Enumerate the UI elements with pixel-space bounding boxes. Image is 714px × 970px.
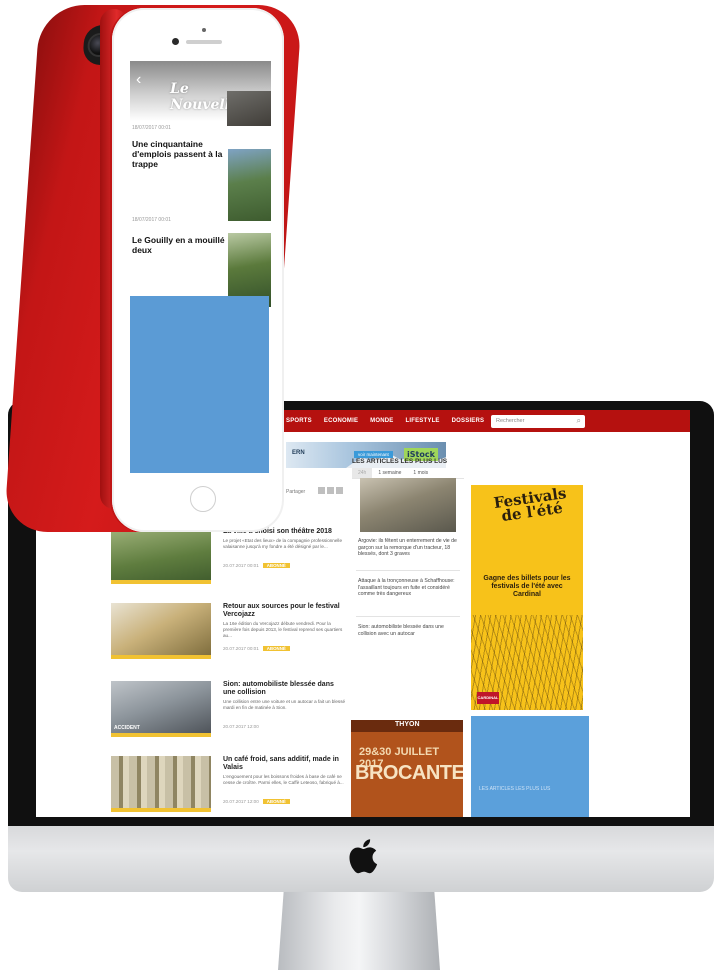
nav-item-monde[interactable]: MONDE — [370, 418, 393, 424]
festival-ad[interactable]: Festivals de l'été Gagne des billets pou… — [471, 485, 583, 710]
nav-item-lifestyle[interactable]: LIFESTYLE — [406, 418, 440, 424]
banner-button[interactable]: voir maintenant — [354, 451, 393, 458]
nav-item-dossiers[interactable]: DOSSIERS — [452, 418, 485, 424]
email-share-icon[interactable] — [318, 487, 325, 494]
article-meta: 20.07.2017 12:00 — [223, 724, 259, 729]
article-meta: 20.07.2017 12:00 ABONNÉ — [223, 799, 290, 804]
twitter-share-icon[interactable] — [336, 487, 343, 494]
facebook-share-icon[interactable] — [327, 487, 334, 494]
home-button[interactable] — [190, 486, 216, 512]
article-title[interactable]: Un café froid, sans additif, made in Val… — [223, 756, 347, 772]
popular-item[interactable]: Attaque à la tronçonneuse à Schaffhouse:… — [358, 578, 458, 598]
article-date: 18/07/2017 00:01 — [132, 217, 171, 223]
article-item[interactable]: ACCIDENT Sion: automobiliste blessée dan… — [111, 681, 351, 751]
divider — [356, 616, 460, 617]
article-desc: Le projet «Etat des lieux» de la compagn… — [223, 538, 343, 549]
festival-title: Festivals de l'été — [492, 485, 568, 526]
article-image[interactable] — [111, 603, 211, 659]
article-badge: ABONNÉ — [262, 563, 290, 568]
nav-item-sports[interactable]: SPORTS — [286, 418, 312, 424]
article-item[interactable]: Un café froid, sans additif, made in Val… — [111, 756, 351, 817]
article-tag: ACCIDENT — [114, 725, 140, 731]
article-title[interactable]: Sion: automobiliste blessée dans une col… — [223, 681, 347, 697]
popular-image[interactable] — [360, 478, 456, 532]
popular-item[interactable]: Argovie: ils fêtent un enterrement de vi… — [358, 538, 458, 558]
brocante-header: THYON — [395, 721, 420, 728]
article-title[interactable]: Le Gouilly en a mouillé deux — [132, 235, 227, 255]
article-badge: ABONNÉ — [262, 799, 290, 804]
article-time: 20.07.2017 12:00 — [223, 724, 259, 729]
share-label: Partager — [286, 489, 306, 495]
article-time: 20.07.2017 12:00 — [223, 799, 259, 804]
brocante-ad[interactable]: THYON 29&30 JUILLET 2017 BROCANTE — [351, 720, 463, 817]
brocante-title: BROCANTE — [355, 762, 463, 784]
banner-text: ERN — [292, 450, 305, 456]
article-thumbnail[interactable] — [227, 91, 271, 126]
back-arrow-icon[interactable]: ‹ — [136, 71, 141, 89]
article-image[interactable] — [111, 756, 211, 812]
proximity-sensor — [202, 28, 206, 32]
article-desc: Une collision entre une voiture et un au… — [223, 699, 346, 710]
article-desc: La 16e édition du Vercojazz débute vendr… — [223, 621, 343, 638]
share-icons — [318, 487, 343, 494]
imac-stand — [278, 880, 440, 970]
tab-1-mois[interactable]: 1 mois — [407, 468, 434, 478]
popular-item[interactable]: Sion: automobiliste blessée dans une col… — [358, 624, 458, 637]
article-time: 20.07.2017 00:01 — [223, 563, 259, 568]
article-thumbnail[interactable] — [228, 149, 271, 221]
article-title[interactable]: Une cinquantaine d'emplois passent à la … — [132, 139, 227, 169]
article-time: 20.07.2017 00:01 — [223, 646, 259, 651]
blue-ad-block[interactable]: LES ARTICLES LES PLUS LUS — [471, 716, 589, 817]
search-placeholder: Rechercher — [496, 418, 525, 424]
nav-item-economie[interactable]: ECONOMIE — [324, 418, 358, 424]
article-item[interactable]: Retour aux sources pour le festival Verc… — [111, 603, 351, 673]
search-input[interactable]: Rechercher ⌕ — [491, 415, 585, 428]
speaker-grille — [186, 40, 222, 44]
divider — [356, 570, 460, 571]
article-item[interactable]: La ville a choisi son théâtre 2018 Le pr… — [111, 528, 351, 598]
tab-24h[interactable]: 24h — [352, 468, 373, 478]
search-icon[interactable]: ⌕ — [577, 416, 581, 426]
article-meta: 20.07.2017 00:01 ABONNÉ — [223, 646, 290, 651]
popular-title: LES ARTICLES LES PLUS LUS — [352, 458, 448, 465]
article-image[interactable] — [111, 528, 211, 584]
festival-text: Gagne des billets pour les festivals de … — [483, 575, 571, 598]
article-meta: 20.07.2017 00:01 ABONNÉ — [223, 563, 290, 568]
article-image[interactable]: ACCIDENT — [111, 681, 211, 737]
tab-1-semaine[interactable]: 1 semaine — [372, 468, 407, 478]
article-badge: ABONNÉ — [262, 646, 290, 651]
popular-articles-panel: LES ARTICLES LES PLUS LUS 24h 1 semaine … — [352, 458, 464, 637]
iphone-screen: ‹ Le Nouvelliste 18/07/2017 00:01 Une ci… — [130, 61, 271, 473]
apple-logo-icon — [349, 839, 378, 874]
article-title[interactable]: Retour aux sources pour le festival Verc… — [223, 603, 347, 619]
article-date: 18/07/2017 00:01 — [132, 125, 171, 131]
ad-placeholder[interactable] — [130, 296, 269, 473]
cardinal-logo: CARDINAL — [477, 692, 499, 704]
front-camera-icon — [172, 38, 179, 45]
blue-ad-text: LES ARTICLES LES PLUS LUS — [479, 786, 551, 792]
article-desc: L'engouement pour les boissons froides à… — [223, 774, 344, 785]
